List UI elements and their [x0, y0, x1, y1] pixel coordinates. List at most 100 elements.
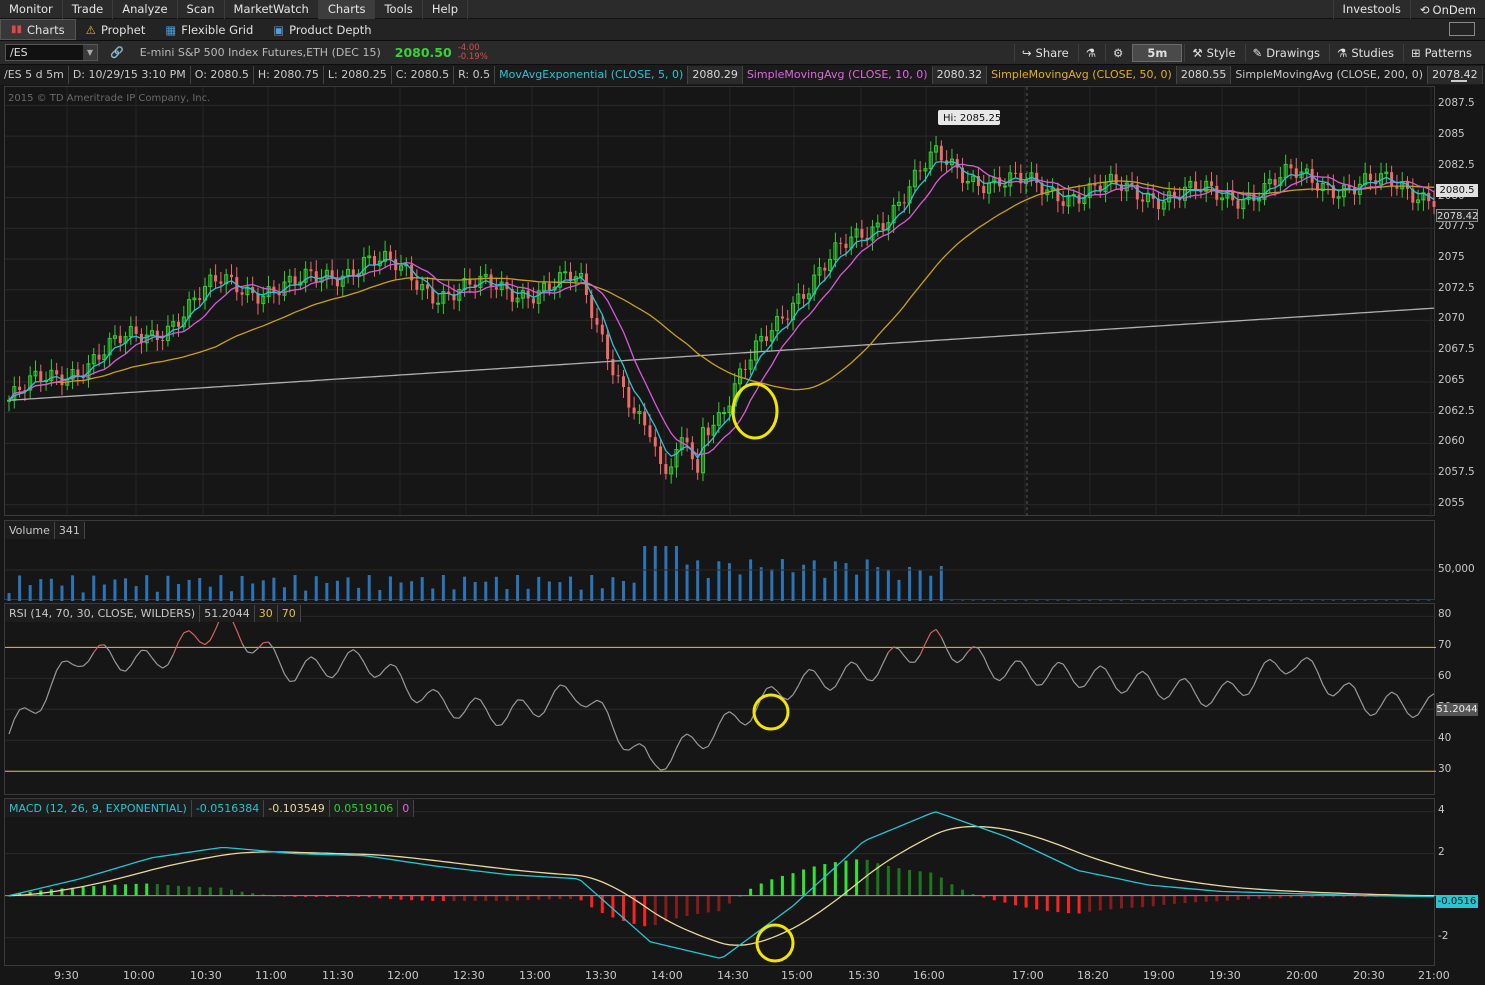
candle-body: [982, 185, 986, 194]
rsi-segment: [352, 649, 360, 655]
price-panel[interactable]: Hi: 2085.25: [4, 86, 1436, 517]
rsi-segment: [130, 656, 137, 666]
ema5-label[interactable]: MovAvgExponential (CLOSE, 5, 0): [495, 66, 689, 84]
tab-product-depth[interactable]: ▣ Product Depth: [263, 19, 381, 40]
macd-histogram-bar: [685, 895, 689, 916]
volume-bar: [939, 566, 943, 601]
menu-tools[interactable]: Tools: [375, 0, 423, 19]
volume-bar: [1077, 600, 1081, 601]
low-label: L: 2080.25: [324, 66, 392, 84]
share-icon: ↪: [1021, 46, 1032, 60]
menu-trade[interactable]: Trade: [63, 0, 114, 19]
rsi-segment: [813, 670, 820, 679]
highlight-circle: [752, 693, 790, 731]
rsi-segment: [872, 674, 879, 682]
rsi-segment: [797, 675, 805, 687]
link-icon[interactable]: 🔗: [110, 46, 124, 59]
high-label-group: Hi: 2085.25: [938, 110, 1001, 125]
menu-monitor[interactable]: Monitor: [0, 0, 63, 19]
macd-histogram-bar: [431, 895, 435, 901]
menu-ondemand[interactable]: ⟲ OnDem: [1409, 0, 1485, 19]
rsi-segment: [1422, 697, 1430, 707]
volume-bar: [621, 581, 625, 601]
rsi-segment: [268, 641, 275, 650]
volume-bar: [251, 583, 255, 601]
rsi-segment: [538, 711, 545, 718]
time-axis-tick: 16:00: [913, 969, 945, 982]
rsi-segment: [1401, 703, 1409, 714]
macd-histogram-bar: [155, 884, 159, 896]
rsi-segment: [13, 709, 21, 720]
volume-bar: [18, 575, 22, 601]
volume-bar: [1416, 600, 1420, 601]
volume-bar: [494, 576, 498, 601]
rsi-segment: [156, 663, 163, 669]
expand-icon[interactable]: [1451, 68, 1467, 82]
rsi-segment: [1285, 670, 1292, 675]
settings-button[interactable]: ⚙: [1105, 44, 1130, 62]
macd-panel[interactable]: MACD (12, 26, 9, EXPONENTIAL) -0.0516384…: [4, 798, 1436, 966]
tab-prophet[interactable]: ⚠ Prophet: [76, 19, 156, 40]
rsi-segment: [1195, 693, 1202, 704]
macd-histogram-bar: [1151, 895, 1155, 907]
rsi-segment: [1147, 675, 1154, 686]
volume-header: Volume 341: [5, 521, 85, 539]
candle-body: [600, 324, 604, 335]
high-label: H: 2080.75: [254, 66, 324, 84]
volume-bar: [770, 569, 774, 601]
tab-charts-label: Charts: [27, 22, 65, 37]
rsi-segment: [1311, 660, 1318, 672]
rsi-segment: [882, 651, 889, 664]
volume-bar: [420, 577, 424, 601]
macd-histogram-bar: [1077, 895, 1081, 914]
patterns-button[interactable]: ⊞ Patterns: [1402, 44, 1479, 62]
time-axis-tick: 18:20: [1077, 969, 1109, 982]
time-axis-tick: 19:30: [1209, 969, 1241, 982]
rsi-segment: [199, 641, 206, 646]
volume-bar: [463, 576, 467, 601]
style-button[interactable]: ⚒ Style: [1184, 44, 1242, 62]
rsi-segment: [1232, 683, 1239, 692]
candle-body: [1014, 172, 1018, 174]
rsi-segment: [1359, 698, 1366, 711]
rsi-segment: [8, 718, 15, 735]
sma50-label[interactable]: SimpleMovingAvg (CLOSE, 50, 0): [987, 66, 1177, 84]
volume-chart-svg: [5, 546, 1436, 601]
rsi-segment: [183, 630, 190, 634]
volume-panel[interactable]: Volume 341: [4, 520, 1436, 601]
menu-charts[interactable]: Charts: [318, 0, 376, 19]
share-button[interactable]: ↪ Share: [1013, 44, 1076, 62]
tab-flexible-grid[interactable]: ▦ Flexible Grid: [155, 19, 263, 40]
volume-bar: [166, 575, 170, 601]
sma200-label[interactable]: SimpleMovingAvg (CLOSE, 200, 0): [1231, 66, 1429, 84]
drawings-button[interactable]: ✎ Drawings: [1244, 44, 1327, 62]
candle-body: [632, 407, 636, 414]
rsi-segment: [247, 651, 253, 654]
volume-bar: [516, 575, 520, 601]
studies-button[interactable]: ⚗ Studies: [1329, 44, 1401, 62]
rsi-segment: [792, 685, 799, 696]
rsi-panel[interactable]: RSI (14, 70, 30, CLOSE, WILDERS) 51.2044…: [4, 603, 1436, 795]
ema5-line: [8, 160, 1435, 460]
menu-analyze[interactable]: Analyze: [113, 0, 178, 19]
chevron-down-icon[interactable]: ▼: [83, 45, 97, 60]
window-toggle-icon[interactable]: [1449, 22, 1475, 36]
flask-button[interactable]: ⚗: [1077, 44, 1103, 62]
time-axis: 9:30 10:00 10:30 11:00 11:30 12:00 12:30 13:00 1…: [0, 968, 1485, 985]
time-axis-tick: 11:00: [255, 969, 287, 982]
date-label: D: 10/29/15 3:10 PM: [69, 66, 191, 84]
timeframe-button[interactable]: 5m: [1132, 44, 1183, 62]
macd-histogram-bar: [1109, 895, 1113, 910]
menu-marketwatch[interactable]: MarketWatch: [225, 0, 319, 19]
rsi-segment: [485, 708, 492, 720]
macd-histogram-bar: [1215, 895, 1219, 902]
sma10-label[interactable]: SimpleMovingAvg (CLOSE, 10, 0): [743, 66, 933, 84]
menu-investools[interactable]: Investools: [1332, 0, 1410, 19]
symbol-value: /ES: [10, 46, 28, 59]
candle-body: [489, 274, 493, 288]
tab-charts[interactable]: ▮▮ Charts: [0, 19, 76, 40]
volume-bar: [1321, 600, 1325, 601]
menu-scan[interactable]: Scan: [178, 0, 225, 19]
symbol-input[interactable]: /ES ▼: [5, 44, 98, 61]
menu-help[interactable]: Help: [423, 0, 469, 19]
